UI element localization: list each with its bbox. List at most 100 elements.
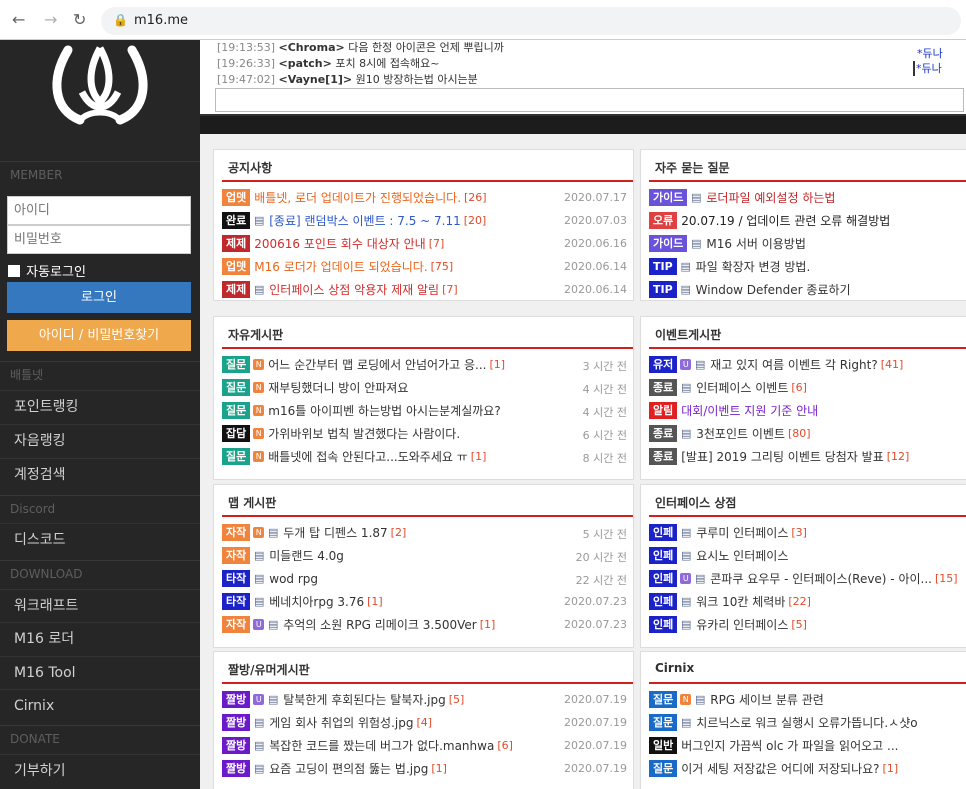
user-list-item[interactable]: *듀나 (917, 46, 966, 61)
post-title[interactable]: 워크 10칸 체력바 (696, 595, 785, 609)
post-row[interactable]: 인페 U ▤ 콘파쿠 요우무 - 인터페이스(Reve) - 아이... [15] (649, 570, 963, 590)
sidebar-item-cirnix[interactable]: Cirnix (0, 689, 200, 722)
post-row[interactable]: 가이드 ▤ M16 서버 이용방법 (649, 235, 963, 255)
post-row[interactable]: 질문 ▤ 치르닉스로 워크 실행시 오류가뜹니다.ㅅ샷o (649, 714, 963, 734)
post-row[interactable]: 가이드 ▤ 로더파일 예외설정 하는법 (649, 189, 963, 209)
post-title[interactable]: 추억의 소원 RPG 리메이크 3.500Ver (283, 618, 476, 632)
sidebar-item-m16-tool[interactable]: M16 Tool (0, 656, 200, 689)
post-title[interactable]: 파일 확장자 변경 방법. (696, 260, 811, 274)
post-title[interactable]: 복잡한 코드를 짰는데 버그가 없다.manhwa (269, 739, 494, 753)
back-arrow-icon[interactable]: ← (12, 10, 25, 29)
post-title[interactable]: 재부팅했더니 방이 안파져요 (268, 381, 408, 395)
post-title[interactable]: [종료] 랜덤박스 이벤트 : 7.5 ~ 7.11 (269, 214, 461, 228)
post-row[interactable]: 완료 ▤ [종료] 랜덤박스 이벤트 : 7.5 ~ 7.11 [20] 2020.07… (222, 212, 627, 232)
sidebar-item-donate[interactable]: 기부하기 (0, 754, 200, 787)
post-row[interactable]: 자작 N ▤ 두개 탑 디펜스 1.87 [2] 5 시간 전 (222, 524, 627, 544)
post-row[interactable]: 자작 U ▤ 추억의 소원 RPG 리메이크 3.500Ver [1] 2020.07.2… (222, 616, 627, 636)
post-title[interactable]: m16틀 아이피벤 하는방법 아시는분계실까요? (268, 404, 500, 418)
post-row[interactable]: 유저 U ▤ 재고 있지 여름 이벤트 각 Right? [41] (649, 356, 963, 376)
post-row[interactable]: 제제 200616 포인트 회수 대상자 안내 [7] 2020.06.16 (222, 235, 627, 255)
post-row[interactable]: 인페 ▤ 쿠루미 인터페이스 [3] (649, 524, 963, 544)
post-row[interactable]: 질문 N 배틀넷에 접속 안된다고...도와주세요 ㅠ [1] 8 시간 전 (222, 448, 627, 468)
sidebar-item-m16-loader[interactable]: M16 로더 (0, 622, 200, 655)
post-title[interactable]: wod rpg (269, 572, 318, 586)
post-row[interactable]: 오류 20.07.19 / 업데이트 관련 오류 해결방법 (649, 212, 963, 232)
board-title[interactable]: 인터페이스 상점 (655, 494, 736, 511)
post-row[interactable]: 질문 이거 세팅 저장값은 어디에 저장되나요? [1] (649, 760, 963, 780)
post-title[interactable]: 200616 포인트 회수 대상자 안내 (254, 237, 425, 251)
post-row[interactable]: 종료 ▤ 인터페이스 이벤트 [6] (649, 379, 963, 399)
post-title[interactable]: RPG 세이브 분류 관련 (710, 693, 824, 707)
post-row[interactable]: 일반 버그인지 가끔씩 olc 가 파일을 읽어오고 ... (649, 737, 963, 757)
post-title[interactable]: 치르닉스로 워크 실행시 오류가뜹니다.ㅅ샷o (696, 716, 917, 730)
reload-icon[interactable]: ↻ (73, 10, 86, 29)
post-row[interactable]: 타작 ▤ wod rpg 22 시간 전 (222, 570, 627, 590)
board-title[interactable]: 맵 게시판 (228, 494, 276, 511)
board-title[interactable]: 이벤트게시판 (655, 326, 721, 343)
post-title[interactable]: 배틀넷, 로더 업데이트가 진행되었습니다. (254, 191, 461, 205)
post-row[interactable]: 짤방 U ▤ 탈북한게 후회된다는 탈북자.jpg [5] 2020.07.19 (222, 691, 627, 711)
post-row[interactable]: 자작 ▤ 미들랜드 4.0g 20 시간 전 (222, 547, 627, 567)
board-title[interactable]: 자주 묻는 질문 (655, 159, 730, 176)
post-row[interactable]: 업뎃 M16 로더가 업데이트 되었습니다. [75] 2020.06.14 (222, 258, 627, 278)
post-row[interactable]: 짤방 ▤ 요즘 고딩이 편의점 뚫는 법.jpg [1] 2020.07.19 (222, 760, 627, 780)
login-button[interactable]: 로그인 (7, 282, 191, 313)
post-title[interactable]: 재고 있지 여름 이벤트 각 Right? (710, 358, 877, 372)
sidebar-item-account-search[interactable]: 계정검색 (0, 458, 200, 491)
post-title[interactable]: 3천포인트 이벤트 (696, 427, 785, 441)
post-title[interactable]: 미들랜드 4.0g (269, 549, 344, 563)
post-title[interactable]: 배틀넷에 접속 안된다고...도와주세요 ㅠ (268, 450, 468, 464)
post-title[interactable]: 요즘 고딩이 편의점 뚫는 법.jpg (269, 762, 428, 776)
forward-arrow-icon[interactable]: → (44, 10, 57, 29)
post-row[interactable]: 종료 ▤ 3천포인트 이벤트 [80] (649, 425, 963, 445)
find-account-button[interactable]: 아이디 / 비밀번호찾기 (7, 320, 191, 351)
autologin-checkbox[interactable] (8, 264, 20, 277)
post-row[interactable]: 인페 ▤ 유카리 인터페이스 [5] (649, 616, 963, 636)
post-title[interactable]: 유카리 인터페이스 (696, 618, 788, 632)
post-row[interactable]: 질문 N 재부팅했더니 방이 안파져요 4 시간 전 (222, 379, 627, 399)
sidebar-item-consonant-ranking[interactable]: 자음랭킹 (0, 424, 200, 457)
address-bar[interactable]: 🔒 m16.me (101, 7, 961, 35)
autologin-row[interactable]: 자동로그인 (8, 261, 86, 280)
board-title[interactable]: 공지사항 (228, 159, 272, 176)
post-title[interactable]: 이거 세팅 저장값은 어디에 저장되나요? (681, 762, 879, 776)
post-row[interactable]: 제제 ▤ 인터페이스 상점 악용자 제재 알림 [7] 2020.06.14 (222, 281, 627, 300)
post-row[interactable]: 질문 N ▤ RPG 세이브 분류 관련 (649, 691, 963, 711)
post-row[interactable]: TIP ▤ 파일 확장자 변경 방법. (649, 258, 963, 278)
post-row[interactable]: 종료 [발표] 2019 그리팅 이벤트 당첨자 발표 [12] (649, 448, 963, 468)
post-row[interactable]: 인페 ▤ 워크 10칸 체력바 [22] (649, 593, 963, 613)
sidebar-item-warcraft[interactable]: 워크래프트 (0, 589, 200, 622)
post-title[interactable]: 쿠루미 인터페이스 (696, 526, 788, 540)
post-row[interactable]: 잡담 N 가위바위보 법칙 발견했다는 사람이다. 6 시간 전 (222, 425, 627, 445)
user-list-item[interactable]: *듀나 (913, 61, 966, 76)
post-row[interactable]: 타작 ▤ 베네치아rpg 3.76 [1] 2020.07.23 (222, 593, 627, 613)
site-logo[interactable] (0, 40, 200, 148)
sidebar-item-discord[interactable]: 디스코드 (0, 523, 200, 556)
id-input[interactable] (7, 196, 191, 225)
board-title[interactable]: 자유게시판 (228, 326, 283, 343)
post-row[interactable]: 짤방 ▤ 복잡한 코드를 짰는데 버그가 없다.manhwa [6] 2020.07.1… (222, 737, 627, 757)
post-row[interactable]: 인페 ▤ 요시노 인터페이스 (649, 547, 963, 567)
post-row[interactable]: 업뎃 배틀넷, 로더 업데이트가 진행되었습니다. [26] 2020.07.17 (222, 189, 627, 209)
post-title[interactable]: Window Defender 종료하기 (696, 283, 851, 297)
post-title[interactable]: 게임 회사 취업의 위험성.jpg (269, 716, 413, 730)
post-title[interactable]: 어느 순간부터 맵 로딩에서 안넘어가고 응... (268, 358, 486, 372)
board-title[interactable]: 짤방/유머게시판 (228, 661, 310, 678)
post-title[interactable]: 버그인지 가끔씩 olc 가 파일을 읽어오고 ... (681, 739, 898, 753)
board-title[interactable]: Cirnix (655, 661, 694, 675)
post-row[interactable]: 질문 N 어느 순간부터 맵 로딩에서 안넘어가고 응... [1] 3 시간 전 (222, 356, 627, 376)
post-title[interactable]: 두개 탑 디펜스 1.87 (283, 526, 387, 540)
post-title[interactable]: M16 로더가 업데이트 되었습니다. (254, 260, 427, 274)
post-title[interactable]: 인터페이스 상점 악용자 제재 알림 (269, 283, 439, 297)
sidebar-item-point-ranking[interactable]: 포인트랭킹 (0, 390, 200, 423)
post-title[interactable]: 인터페이스 이벤트 (696, 381, 788, 395)
password-input[interactable] (7, 225, 191, 254)
post-title[interactable]: 요시노 인터페이스 (696, 549, 788, 563)
post-title[interactable]: 탈북한게 후회된다는 탈북자.jpg (283, 693, 446, 707)
post-title[interactable]: [발표] 2019 그리팅 이벤트 당첨자 발표 (681, 450, 884, 464)
post-row[interactable]: 알림 대회/이벤트 지원 기준 안내 (649, 402, 963, 422)
post-title[interactable]: 가위바위보 법칙 발견했다는 사람이다. (268, 427, 460, 441)
post-title[interactable]: M16 서버 이용방법 (706, 237, 806, 251)
post-row[interactable]: 질문 Nm16틀 아이피벤 하는방법 아시는분계실까요? 4 시간 전 (222, 402, 627, 422)
post-title[interactable]: 20.07.19 / 업데이트 관련 오류 해결방법 (681, 214, 890, 228)
